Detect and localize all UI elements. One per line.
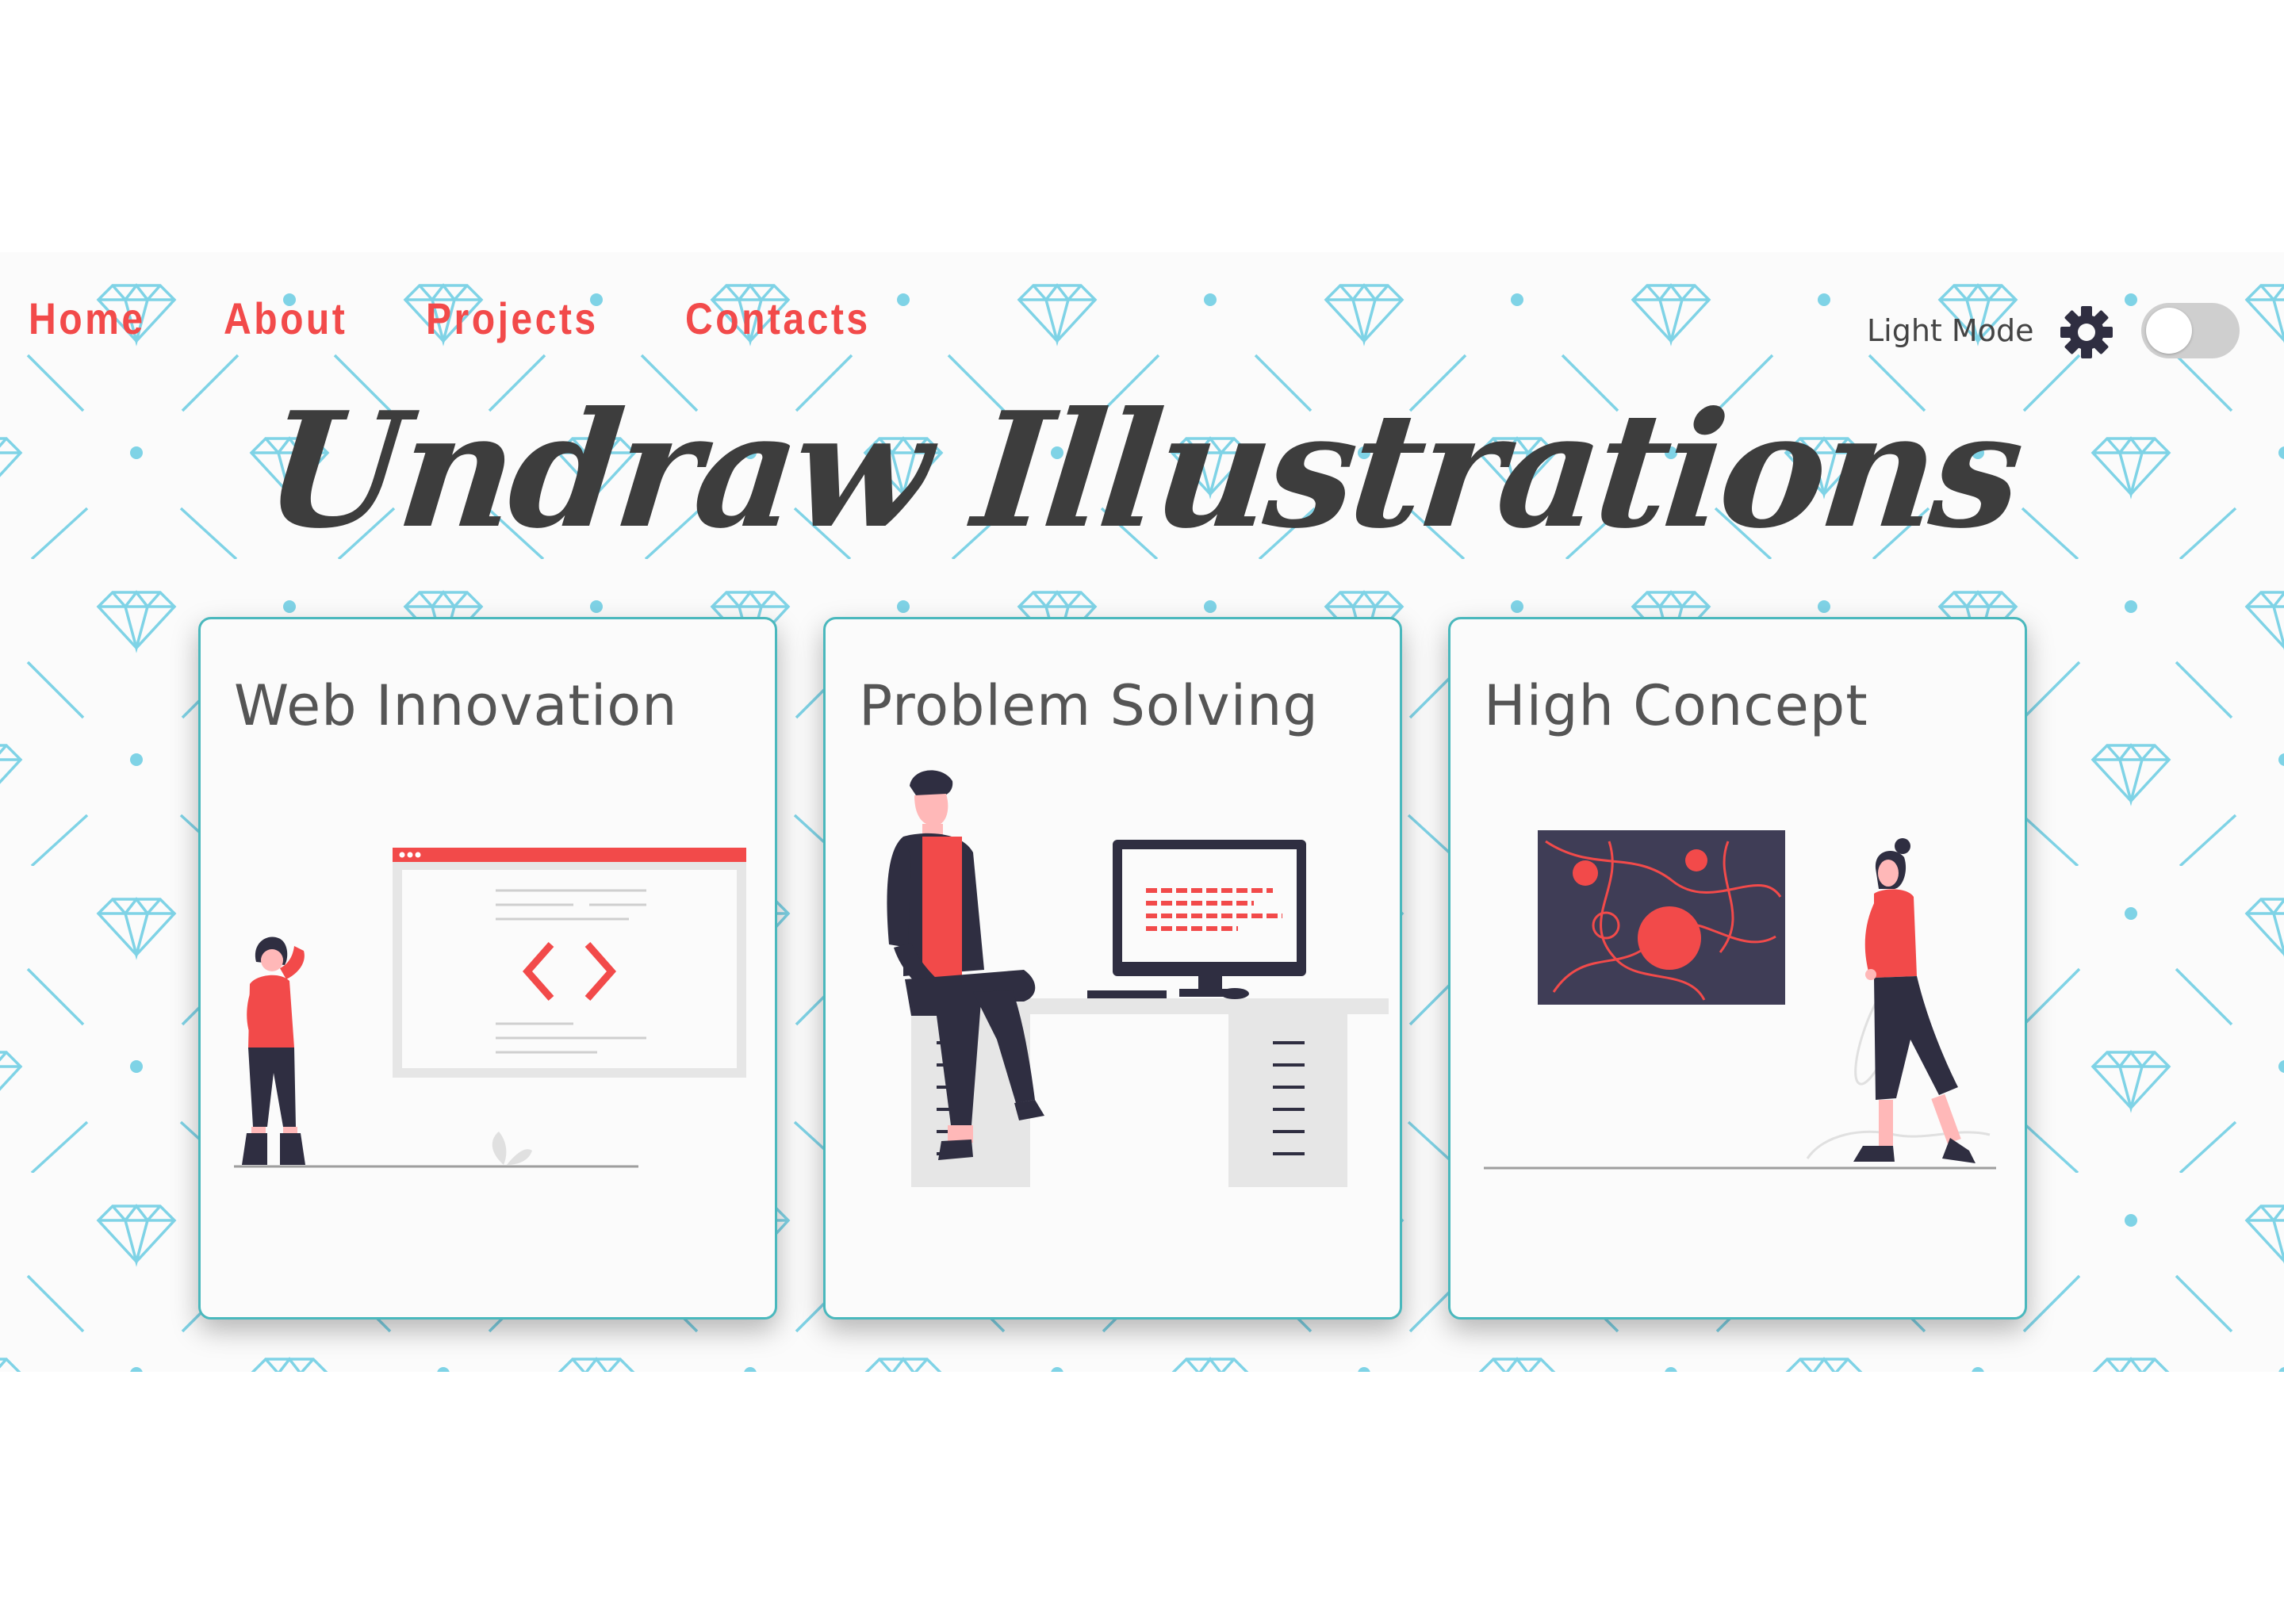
card-web-innovation[interactable]: Web Innovation [198, 617, 777, 1320]
theme-mode-label: Light Mode [1867, 313, 2034, 348]
nav-link-about[interactable]: About [224, 297, 347, 341]
woman-browser-code-icon [234, 848, 746, 1168]
man-desk-computer-icon [887, 770, 1389, 1187]
main-nav: Home About Projects Contacts [29, 297, 960, 341]
card-title: Problem Solving [859, 673, 1319, 738]
woman-abstract-art-icon [1484, 830, 1996, 1170]
card-high-concept[interactable]: High Concept [1448, 617, 2027, 1320]
nav-link-home[interactable]: Home [29, 297, 146, 341]
theme-toggle[interactable] [2141, 303, 2240, 358]
nav-link-contacts[interactable]: Contacts [685, 297, 871, 341]
page-title: Undraw Illustrations [257, 377, 2027, 564]
card-title: High Concept [1484, 673, 1868, 738]
gear-icon [2060, 306, 2113, 358]
card-title: Web Innovation [234, 673, 678, 738]
site-container: Home About Projects Contacts Light Mode … [0, 252, 2284, 1372]
nav-link-projects[interactable]: Projects [426, 297, 599, 341]
toggle-knob [2146, 308, 2192, 354]
card-problem-solving[interactable]: Problem Solving [823, 617, 1402, 1320]
